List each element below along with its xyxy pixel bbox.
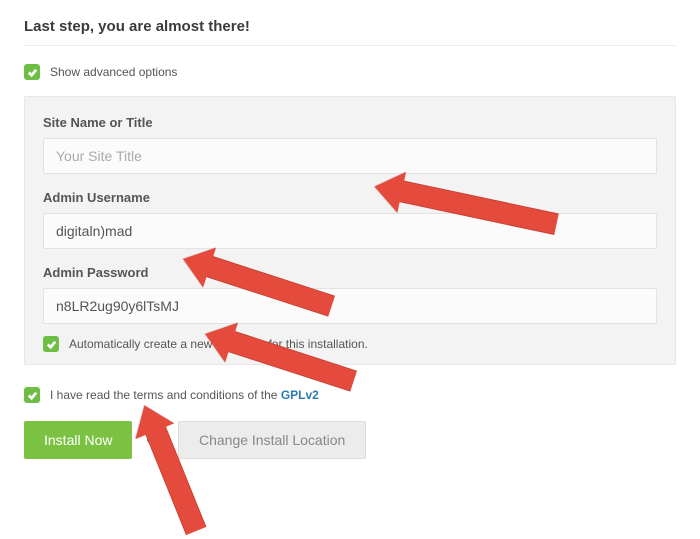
change-install-location-button[interactable]: Change Install Location (178, 421, 366, 459)
step-heading: Last step, you are almost there! (24, 18, 676, 46)
admin-password-input[interactable] (43, 288, 657, 324)
check-icon (27, 390, 38, 401)
site-name-label: Site Name or Title (43, 115, 657, 130)
install-now-button[interactable]: Install Now (24, 421, 132, 459)
check-icon (46, 339, 57, 350)
auto-database-checkbox[interactable] (43, 336, 59, 352)
site-name-input[interactable] (43, 138, 657, 174)
check-icon (27, 67, 38, 78)
terms-row[interactable]: I have read the terms and conditions of … (24, 387, 676, 403)
or-separator: OR (146, 434, 164, 446)
auto-database-label: Automatically create a new database for … (69, 337, 368, 351)
advanced-options-panel: Site Name or Title Admin Username Admin … (24, 96, 676, 365)
button-row: Install Now OR Change Install Location (24, 421, 676, 459)
terms-checkbox[interactable] (24, 387, 40, 403)
auto-database-row[interactable]: Automatically create a new database for … (43, 336, 657, 352)
advanced-options-label: Show advanced options (50, 65, 177, 79)
gpl-link[interactable]: GPLv2 (281, 388, 319, 402)
admin-username-label: Admin Username (43, 190, 657, 205)
terms-text: I have read the terms and conditions of … (50, 388, 319, 402)
admin-password-label: Admin Password (43, 265, 657, 280)
admin-username-input[interactable] (43, 213, 657, 249)
advanced-options-checkbox[interactable] (24, 64, 40, 80)
advanced-options-row[interactable]: Show advanced options (24, 64, 676, 80)
